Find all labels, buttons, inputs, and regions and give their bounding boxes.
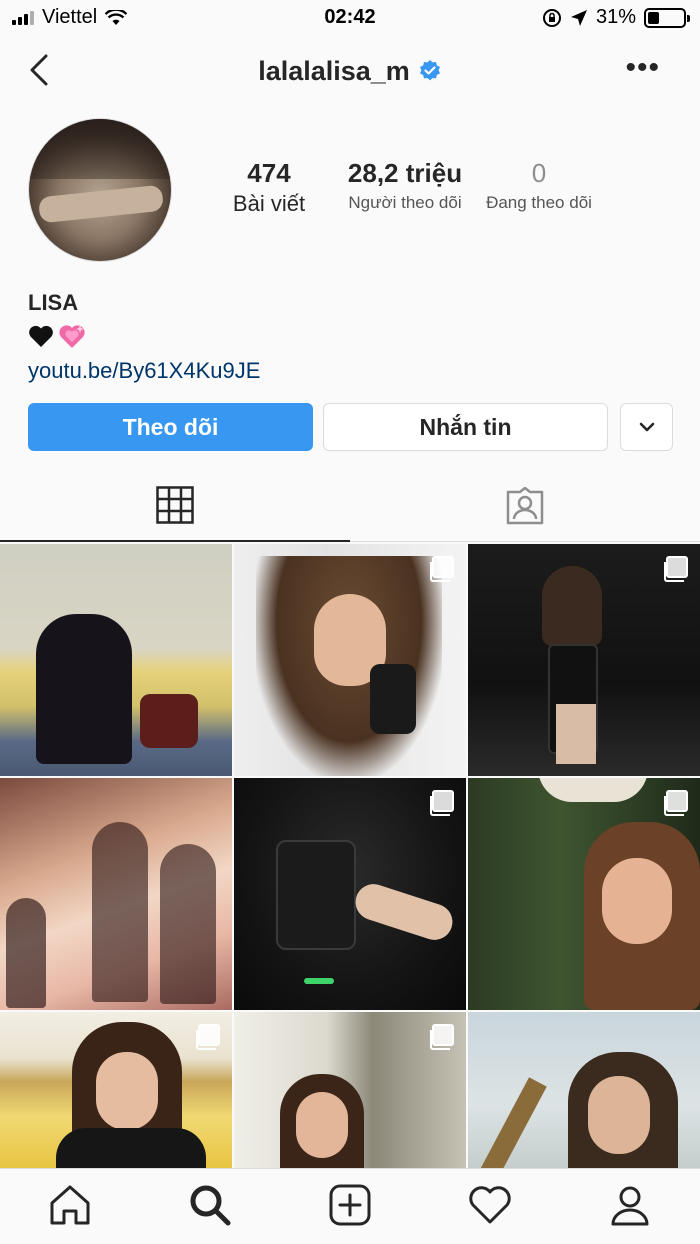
bottom-navigation [0,1168,700,1244]
home-icon[interactable] [48,1183,92,1227]
grid-post-8[interactable] [234,1012,466,1168]
multiple-photos-icon [430,1024,454,1050]
multiple-photos-icon [430,790,454,816]
tab-grid[interactable] [0,470,350,542]
battery-fill [648,11,659,24]
tagged-photos-icon [506,486,544,524]
post-face [588,1076,650,1154]
black-heart-icon [29,325,53,347]
following-stat[interactable]: 0 Đang theo dõi [476,158,602,213]
post-glove [370,664,416,734]
posts-label: Bài viết [232,191,306,216]
battery-icon [644,7,690,28]
grid-post-3[interactable] [468,544,700,776]
search-icon[interactable] [188,1183,232,1227]
profile-bio: LISA youtu.be/By61X4Ku9JE [28,290,260,384]
grid-post-6[interactable] [468,778,700,1010]
multiple-photos-icon [196,1024,220,1050]
post-silhouette-2 [92,822,148,1002]
photo-grid [0,544,700,1168]
posts-count: 474 [247,158,291,188]
followers-count: 28,2 triệu [347,158,463,188]
tab-tagged[interactable] [350,470,700,542]
message-button[interactable]: Nhắn tin [323,403,608,451]
post-face [96,1052,158,1130]
following-label: Đang theo dõi [486,193,592,212]
post-face [602,858,672,944]
location-arrow-icon [570,9,587,26]
post-legs [350,879,458,945]
post-sweater [56,1128,206,1168]
profile-icon[interactable] [608,1183,652,1227]
username: lalalalisa_m [258,56,410,86]
post-wood [468,1077,547,1168]
post-silhouette-3 [160,844,216,1004]
grid-post-7[interactable] [0,1012,232,1168]
grid-post-9[interactable] [468,1012,700,1168]
profile-tabs [0,470,700,542]
following-count: 0 [531,158,547,188]
post-legs [556,704,596,764]
avatar-hair-shape [29,119,171,179]
post-bag [140,694,198,748]
sparkling-pink-heart-icon [59,325,85,348]
profile-stats: 474 Bài viết 28,2 triệu Người theo dõi 0… [200,158,700,228]
multiple-photos-icon [430,556,454,582]
grid-post-4[interactable] [0,778,232,1010]
post-light [304,978,334,984]
followers-label: Người theo dõi [348,193,462,212]
more-options-icon[interactable]: ••• [625,53,660,83]
bio-link[interactable]: youtu.be/By61X4Ku9JE [28,358,260,384]
activity-heart-icon[interactable] [468,1183,512,1227]
status-bar: Viettel 02:42 31% [0,0,700,36]
grid-post-1[interactable] [0,544,232,776]
post-face [296,1092,348,1158]
profile-header: lalalalisa_m ••• [0,44,700,100]
add-post-icon[interactable] [328,1183,372,1227]
status-bar-right: 31% [542,6,690,29]
display-name: LISA [28,290,79,315]
chevron-down-icon [639,422,654,432]
bio-emoji [28,320,260,352]
follow-button[interactable]: Theo dõi [28,403,313,451]
avatar-arm-shape [37,184,165,224]
post-silhouette-1 [6,898,46,1008]
battery-percent: 31% [595,6,636,28]
post-lamp [538,778,648,802]
suggested-accounts-button[interactable] [620,403,673,451]
grid-post-2[interactable] [234,544,466,776]
grid-post-5[interactable] [234,778,466,1010]
grid-icon [156,486,194,524]
post-figure [542,566,602,646]
posts-stat[interactable]: 474 Bài viết [228,158,310,217]
followers-stat[interactable]: 28,2 triệu Người theo dõi [340,158,470,213]
rotation-lock-icon [542,8,561,27]
post-figure [36,614,132,764]
post-chair [276,840,356,950]
page-title: lalalalisa_m [0,56,700,87]
verified-badge-icon [419,59,440,81]
profile-avatar[interactable] [28,118,172,262]
multiple-photos-icon [664,790,688,816]
multiple-photos-icon [664,556,688,582]
